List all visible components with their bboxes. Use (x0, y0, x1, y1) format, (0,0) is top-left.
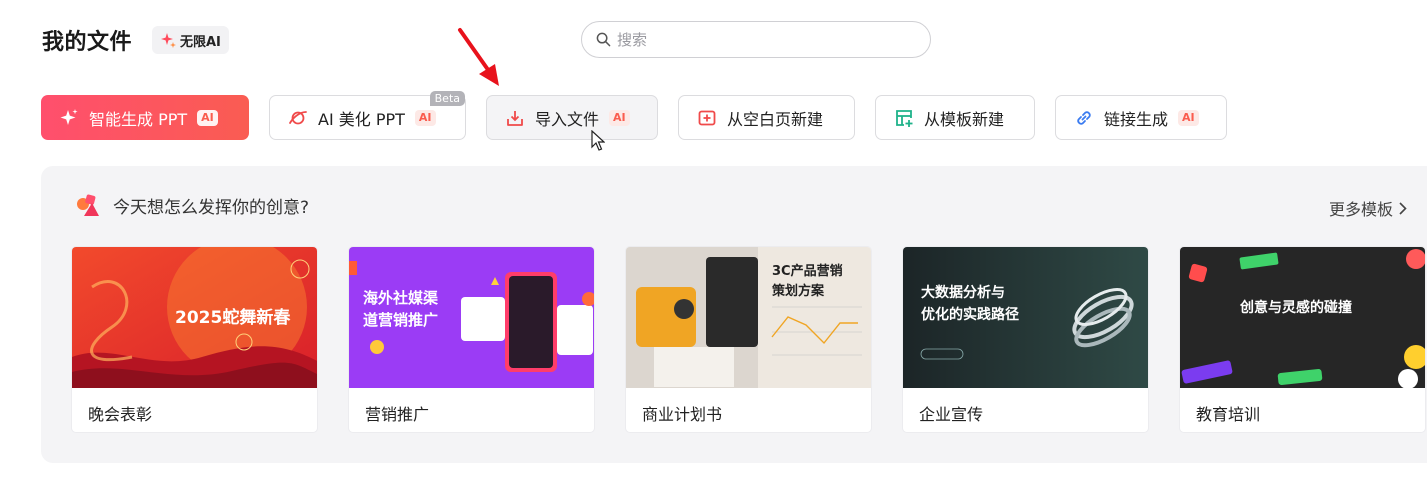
template-card-label: 教育培训 (1196, 405, 1261, 424)
corporate-thumbnail-image: 大数据分析与 优化的实践路径 (903, 247, 1148, 388)
ai-badge: AI (197, 109, 218, 126)
search-placeholder: 搜索 (617, 31, 648, 49)
annotation-arrow-icon (458, 28, 499, 86)
link-generate-label: 链接生成 (1104, 109, 1169, 129)
new-blank-page-button[interactable]: 从空白页新建 (678, 95, 855, 140)
creative-shapes-icon (77, 194, 99, 216)
link-generate-button[interactable]: 链接生成 AI (1055, 95, 1227, 140)
marketing-thumbnail-title-2: 道营销推广 (363, 311, 438, 329)
ai-beautify-ppt-button[interactable]: AI 美化 PPT AI Beta (269, 91, 466, 140)
marketing-thumbnail-image: 海外社媒渠 道营销推广 (349, 247, 594, 388)
ai-generate-ppt-label: 智能生成 PPT (89, 109, 188, 129)
ai-badge: AI (609, 109, 630, 126)
new-from-template-button[interactable]: 从模板新建 (875, 95, 1035, 140)
ai-beautify-ppt-label: AI 美化 PPT (318, 109, 405, 129)
business-thumbnail-title-1: 3C产品营销 (772, 263, 843, 279)
corporate-thumbnail-title-2: 优化的实践路径 (921, 306, 1019, 323)
import-file-label: 导入文件 (535, 109, 600, 129)
ai-badge: AI (414, 109, 436, 126)
gala-thumbnail-image: 2025蛇舞新春 (72, 247, 317, 388)
template-card-marketing[interactable]: 海外社媒渠 道营销推广 营销推广 (348, 246, 595, 433)
panel-header: 今天想怎么发挥你的创意? (75, 192, 309, 218)
business-thumbnail-title-2: 策划方案 (772, 283, 825, 299)
template-card-label: 营销推广 (365, 405, 430, 424)
template-card-label: 晚会表彰 (88, 405, 153, 424)
sparkle-icon (161, 33, 176, 48)
import-file-button[interactable]: 导入文件 AI (486, 95, 658, 140)
template-card-label: 商业计划书 (642, 405, 723, 424)
template-thumbnail: 大数据分析与 优化的实践路径 (903, 247, 1148, 388)
new-blank-page-label: 从空白页新建 (727, 109, 824, 129)
business-plan-thumbnail-image: 3C产品营销 策划方案 (626, 247, 871, 388)
template-card-education[interactable]: 创意与灵感的碰撞 教育培训 (1179, 246, 1426, 433)
mouse-cursor-icon (591, 130, 605, 151)
ai-generate-ppt-button[interactable]: 智能生成 PPT AI (41, 95, 249, 140)
template-thumbnail: 创意与灵感的碰撞 (1180, 247, 1425, 388)
add-square-icon (698, 110, 716, 125)
corporate-thumbnail-title-1: 大数据分析与 (921, 284, 1005, 301)
search-icon (596, 32, 611, 47)
planet-icon (289, 110, 307, 124)
unlimited-ai-badge[interactable]: 无限AI (152, 26, 229, 54)
unlimited-ai-label: 无限AI (180, 34, 221, 50)
page-title: 我的文件 (42, 30, 133, 55)
more-templates-link[interactable]: 更多模板 (1329, 196, 1407, 220)
link-icon (1077, 110, 1091, 125)
template-card-corporate[interactable]: 大数据分析与 优化的实践路径 企业宣传 (902, 246, 1149, 433)
sparkle-icon (60, 108, 78, 125)
new-from-template-label: 从模板新建 (924, 109, 1005, 129)
ai-badge: AI (1178, 109, 1199, 126)
more-templates-label: 更多模板 (1329, 200, 1394, 219)
chevron-right-icon (1399, 201, 1407, 215)
template-thumbnail: 2025蛇舞新春 (72, 247, 317, 388)
education-thumbnail-image: 创意与灵感的碰撞 (1180, 247, 1425, 388)
template-card-label: 企业宣传 (919, 405, 984, 424)
template-thumbnail: 3C产品营销 策划方案 (626, 247, 871, 388)
import-icon (507, 110, 523, 126)
marketing-thumbnail-title-1: 海外社媒渠 (363, 289, 438, 307)
education-thumbnail-title: 创意与灵感的碰撞 (1239, 299, 1352, 316)
beta-badge: Beta (429, 91, 465, 106)
template-card-business-plan[interactable]: 3C产品营销 策划方案 商业计划书 (625, 246, 872, 433)
gala-thumbnail-title: 2025蛇舞新春 (175, 307, 290, 328)
template-icon (896, 109, 913, 127)
panel-title: 今天想怎么发挥你的创意? (113, 197, 310, 218)
template-card-gala[interactable]: 2025蛇舞新春 晚会表彰 (71, 246, 318, 433)
search-input[interactable]: 搜索 (581, 21, 931, 58)
template-thumbnail: 海外社媒渠 道营销推广 (349, 247, 594, 388)
